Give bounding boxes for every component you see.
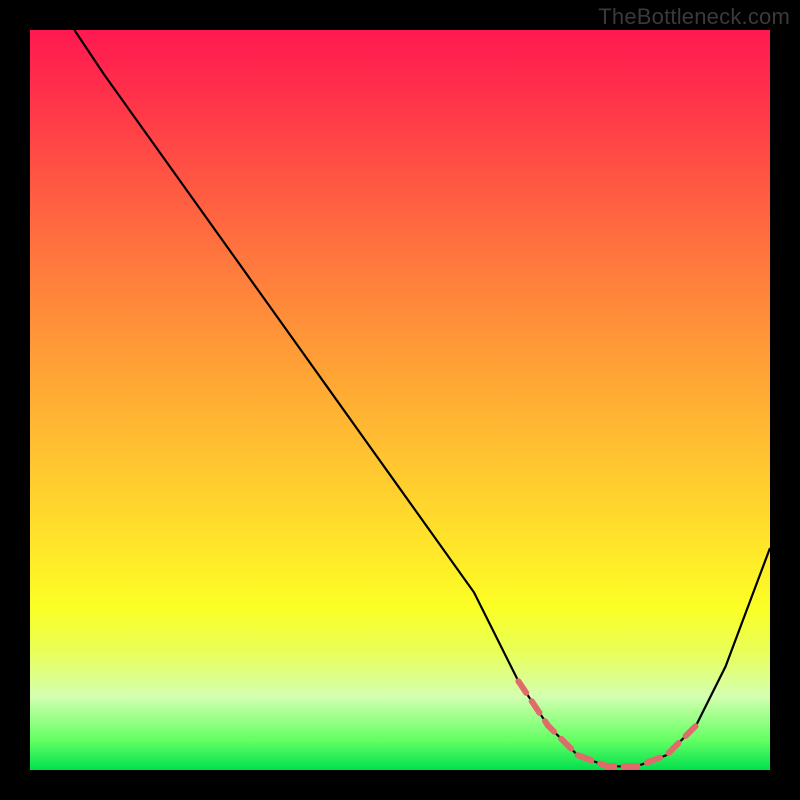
curve-path (74, 30, 770, 766)
bottleneck-curve (30, 30, 770, 770)
watermark-text: TheBottleneck.com (598, 4, 790, 30)
chart-frame: TheBottleneck.com (0, 0, 800, 800)
valley-dash-right (578, 726, 696, 767)
plot-area (30, 30, 770, 770)
